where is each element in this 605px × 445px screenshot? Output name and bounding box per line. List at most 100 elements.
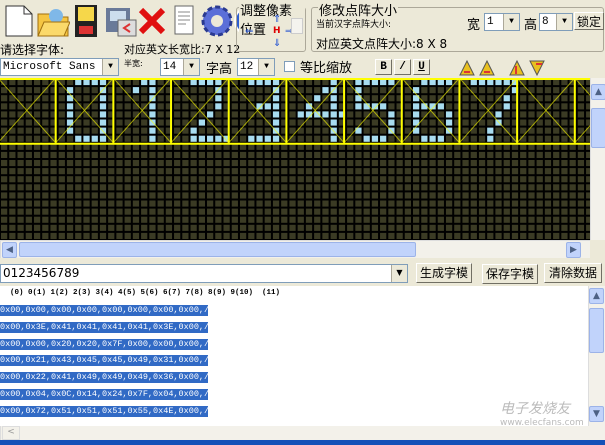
pixel-off[interactable]	[17, 151, 24, 158]
pixel-off[interactable]	[25, 95, 32, 102]
pixel-off[interactable]	[305, 151, 313, 158]
pixel-off[interactable]	[42, 119, 49, 126]
pixel-off[interactable]	[42, 151, 49, 158]
pixel-on[interactable]	[371, 135, 379, 142]
pixel-off[interactable]	[58, 111, 65, 118]
pixel-off[interactable]	[445, 216, 453, 223]
pixel-off[interactable]	[108, 208, 115, 215]
pixel-off[interactable]	[281, 192, 288, 199]
pixel-off[interactable]	[239, 168, 247, 175]
pixel-off[interactable]	[50, 184, 57, 191]
pixel-off[interactable]	[297, 135, 304, 142]
pixel-off[interactable]	[33, 135, 41, 142]
pixel-off[interactable]	[116, 224, 123, 231]
pixel-off[interactable]	[1, 119, 8, 126]
pixel-off[interactable]	[108, 184, 115, 191]
notepad-icon[interactable]	[168, 2, 202, 38]
pixel-off[interactable]	[281, 176, 288, 183]
pixel-off[interactable]	[429, 200, 436, 207]
pixel-off[interactable]	[116, 151, 123, 158]
pixel-off[interactable]	[124, 176, 131, 183]
pixel-off[interactable]	[528, 160, 535, 167]
pixel-off[interactable]	[25, 151, 32, 158]
pixel-off[interactable]	[561, 119, 568, 126]
pixel-off[interactable]	[437, 184, 444, 191]
pixel-off[interactable]	[256, 176, 263, 183]
pixel-off[interactable]	[347, 184, 354, 191]
pixel-on[interactable]	[437, 135, 444, 142]
pixel-off[interactable]	[520, 224, 527, 231]
pixel-off[interactable]	[149, 160, 156, 167]
pixel-off[interactable]	[371, 119, 379, 126]
pixel-off[interactable]	[83, 160, 90, 167]
scroll-thumb[interactable]	[591, 108, 605, 148]
pixel-off[interactable]	[124, 216, 131, 223]
pixel-off[interactable]	[553, 184, 560, 191]
pixel-off[interactable]	[347, 168, 354, 175]
pixel-off[interactable]	[256, 160, 263, 167]
pixel-off[interactable]	[42, 160, 49, 167]
pixel-off[interactable]	[248, 208, 255, 215]
pixel-off[interactable]	[124, 160, 131, 167]
pixel-off[interactable]	[396, 160, 403, 167]
pixel-off[interactable]	[314, 127, 321, 134]
pixel-off[interactable]	[347, 208, 354, 215]
pixel-off[interactable]	[544, 127, 552, 134]
pixel-off[interactable]	[553, 127, 560, 134]
pixel-off[interactable]	[207, 200, 214, 207]
pixel-off[interactable]	[297, 103, 304, 110]
pixel-off[interactable]	[544, 216, 552, 223]
pixel-off[interactable]	[42, 176, 49, 183]
pixel-off[interactable]	[396, 168, 403, 175]
pixel-off[interactable]	[396, 216, 403, 223]
pixel-off[interactable]	[396, 151, 403, 158]
pixel-off[interactable]	[157, 95, 164, 102]
pixel-off[interactable]	[371, 176, 379, 183]
pixel-off[interactable]	[198, 127, 205, 134]
pixel-off[interactable]	[454, 168, 461, 175]
pixel-off[interactable]	[248, 151, 255, 158]
pixel-off[interactable]	[124, 103, 131, 110]
pixel-off[interactable]	[503, 135, 510, 142]
pixel-off[interactable]	[503, 184, 510, 191]
pixel-off[interactable]	[198, 192, 205, 199]
pixel-off[interactable]	[561, 151, 568, 158]
pixel-off[interactable]	[182, 168, 189, 175]
pixel-off[interactable]	[231, 216, 238, 223]
output-horizontal-scrollbar[interactable]: <	[0, 426, 605, 440]
pixel-off[interactable]	[289, 119, 296, 126]
pixel-off[interactable]	[99, 192, 107, 199]
pixel-off[interactable]	[231, 168, 238, 175]
pixel-off[interactable]	[363, 232, 370, 239]
pixel-off[interactable]	[462, 200, 469, 207]
pixel-off[interactable]	[91, 160, 98, 167]
pixel-off[interactable]	[404, 200, 411, 207]
pixel-off[interactable]	[437, 176, 444, 183]
pixel-off[interactable]	[347, 151, 354, 158]
pixel-off[interactable]	[182, 135, 189, 142]
pixel-off[interactable]	[1, 111, 8, 118]
pixel-off[interactable]	[396, 200, 403, 207]
pixel-off[interactable]	[231, 192, 238, 199]
pixel-off[interactable]	[495, 160, 502, 167]
pixel-off[interactable]	[99, 151, 107, 158]
pixel-off[interactable]	[198, 151, 205, 158]
pixel-off[interactable]	[330, 216, 337, 223]
pixel-off[interactable]	[25, 176, 32, 183]
pixel-off[interactable]	[553, 232, 560, 239]
grid-horizontal-scrollbar[interactable]: ◀ ▶	[0, 240, 590, 258]
pixel-on[interactable]	[207, 111, 214, 118]
pixel-off[interactable]	[437, 111, 444, 118]
pixel-on[interactable]	[83, 135, 90, 142]
pixel-off[interactable]	[66, 192, 74, 199]
pixel-off[interactable]	[462, 168, 469, 175]
pixel-on[interactable]	[445, 111, 453, 118]
pixel-off[interactable]	[132, 200, 140, 207]
pixel-on[interactable]	[322, 111, 329, 118]
pixel-off[interactable]	[371, 224, 379, 231]
pixel-off[interactable]	[248, 232, 255, 239]
pixel-off[interactable]	[281, 224, 288, 231]
pixel-off[interactable]	[132, 208, 140, 215]
pixel-off[interactable]	[536, 208, 543, 215]
pixel-off[interactable]	[371, 95, 379, 102]
